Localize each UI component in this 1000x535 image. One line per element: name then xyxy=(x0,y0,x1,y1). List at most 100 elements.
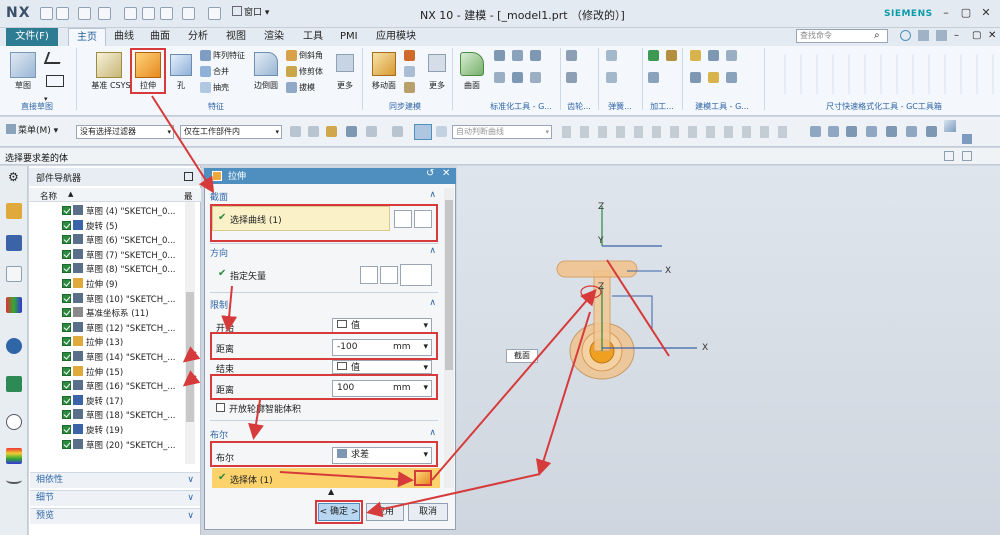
view-tool-3-icon[interactable] xyxy=(846,126,857,137)
apply-button[interactable]: 应用 xyxy=(366,503,404,521)
std-tool-5-icon[interactable] xyxy=(512,72,523,83)
paste-icon[interactable] xyxy=(160,7,173,20)
visibility-checkbox[interactable] xyxy=(62,264,71,274)
scope-dropdown[interactable]: 仅在工作部件内 ▾ xyxy=(180,125,282,139)
edge-blend-icon[interactable] xyxy=(254,52,278,76)
sync-tool-1-icon[interactable] xyxy=(404,50,415,61)
sort-up-icon[interactable]: ▲ xyxy=(68,190,73,198)
dialog-scrollbar-thumb[interactable] xyxy=(445,200,453,370)
select-tool-2-icon[interactable] xyxy=(308,126,319,137)
tab-tools[interactable]: 工具 xyxy=(303,28,323,46)
navigator-item[interactable]: 草图 (12) "SKETCH_... xyxy=(62,321,175,336)
visibility-checkbox[interactable] xyxy=(62,235,71,245)
switch-window-icon[interactable] xyxy=(208,7,221,20)
status-tool-2-icon[interactable] xyxy=(962,151,972,161)
boolean-group-header[interactable]: 布尔 ∧ xyxy=(210,428,440,442)
curve-rule-dropdown[interactable]: 自动判断曲线 ▾ xyxy=(452,125,552,139)
layout-icon[interactable] xyxy=(918,30,929,41)
trim-body-icon[interactable] xyxy=(286,66,297,77)
selection-highlight-icon[interactable] xyxy=(414,124,432,140)
history-icon[interactable] xyxy=(6,376,22,392)
build-tool-3-icon[interactable] xyxy=(726,50,737,61)
navigator-item[interactable]: 旋转 (19) xyxy=(62,424,123,438)
clock-icon[interactable] xyxy=(6,414,22,430)
limits-group-header[interactable]: 限制 ∧ xyxy=(210,298,440,312)
surface-icon[interactable] xyxy=(460,52,484,76)
navigator-item[interactable]: 拉伸 (9) xyxy=(62,278,118,292)
save-icon[interactable] xyxy=(40,7,53,20)
visibility-checkbox[interactable] xyxy=(62,249,71,259)
status-tool-1-icon[interactable] xyxy=(944,151,954,161)
section-tag[interactable]: 截面 xyxy=(506,349,538,363)
render-style-icon[interactable] xyxy=(962,134,972,144)
select-tool-1-icon[interactable] xyxy=(290,126,301,137)
navigator-item[interactable]: 草图 (18) "SKETCH_... xyxy=(62,409,175,423)
tab-curve[interactable]: 曲线 xyxy=(114,28,134,46)
maximize-button[interactable]: ▢ xyxy=(958,6,974,20)
sync-tool-3-icon[interactable] xyxy=(404,82,415,93)
visibility-checkbox[interactable] xyxy=(62,425,71,434)
view-tool-4-icon[interactable] xyxy=(866,126,877,137)
dialog-close-icon[interactable]: ✕ xyxy=(442,168,450,179)
visibility-checkbox[interactable] xyxy=(62,337,71,347)
view-tool-7-icon[interactable] xyxy=(926,126,937,137)
std-tool-6-icon[interactable] xyxy=(530,72,541,83)
view-tool-1-icon[interactable] xyxy=(810,126,821,137)
navigator-item[interactable]: 拉伸 (13) xyxy=(62,336,123,350)
tab-pmi[interactable]: PMI xyxy=(340,28,358,46)
shell-icon[interactable] xyxy=(200,82,211,93)
copy-icon[interactable] xyxy=(142,7,155,20)
select-tool-6-icon[interactable] xyxy=(392,126,403,137)
tab-surface[interactable]: 曲面 xyxy=(150,28,170,46)
datum-csys-icon[interactable] xyxy=(96,52,122,78)
layer-icon[interactable] xyxy=(182,7,195,20)
spring-tool-2-icon[interactable] xyxy=(606,72,617,83)
curve-tool-icon[interactable] xyxy=(6,476,22,484)
visibility-checkbox[interactable] xyxy=(62,293,71,303)
machining-tool-2-icon[interactable] xyxy=(666,50,677,61)
expand-up-icon[interactable]: ▲ xyxy=(328,487,334,496)
select-tool-5-icon[interactable] xyxy=(366,126,377,137)
tab-render[interactable]: 渲染 xyxy=(264,28,284,46)
spring-tool-1-icon[interactable] xyxy=(606,50,617,61)
redo-icon[interactable] xyxy=(98,7,111,20)
std-tool-3-icon[interactable] xyxy=(530,50,541,61)
view-tool-2-icon[interactable] xyxy=(828,126,839,137)
navigator-item[interactable]: 旋转 (5) xyxy=(62,219,118,234)
move-face-icon[interactable] xyxy=(372,52,396,76)
assembly-navigator-icon[interactable] xyxy=(6,203,22,219)
part-navigator-icon[interactable] xyxy=(6,266,22,282)
web-browser-icon[interactable] xyxy=(6,338,22,354)
sketch-icon[interactable] xyxy=(10,52,36,78)
navigator-pin-icon[interactable] xyxy=(184,172,193,181)
snap-point-tools[interactable] xyxy=(562,126,792,138)
navigator-item[interactable]: 草图 (6) "SKETCH_0... xyxy=(62,234,175,248)
navigator-item[interactable]: 草图 (14) "SKETCH_... xyxy=(62,351,175,365)
unite-icon[interactable] xyxy=(200,66,211,77)
panel-preview[interactable]: 预览 ∨ xyxy=(30,508,200,524)
visibility-checkbox[interactable] xyxy=(62,279,71,288)
help-icon[interactable] xyxy=(900,30,911,41)
cut-icon[interactable] xyxy=(124,7,137,20)
visibility-checkbox[interactable] xyxy=(62,322,71,332)
select-tool-3-icon[interactable] xyxy=(326,126,337,137)
reset-icon[interactable]: ↺ xyxy=(426,168,434,179)
gear-tool-2-icon[interactable] xyxy=(566,72,577,83)
restore-icon[interactable]: ▢ xyxy=(972,30,981,41)
navigator-item[interactable]: 草图 (20) "SKETCH_... xyxy=(62,438,175,453)
visibility-checkbox[interactable] xyxy=(62,366,71,376)
draft-icon[interactable] xyxy=(286,82,297,93)
select-tool-7-icon[interactable] xyxy=(436,126,447,137)
window-menu[interactable]: 窗口 ▾ xyxy=(232,6,282,21)
visibility-checkbox[interactable] xyxy=(62,381,71,391)
dimension-format-tools[interactable] xyxy=(770,54,996,94)
close-button[interactable]: ✕ xyxy=(978,6,994,20)
column-latest[interactable]: 最 xyxy=(184,190,193,202)
cancel-button[interactable]: 取消 xyxy=(408,503,448,521)
close-part-icon[interactable]: ✕ xyxy=(988,30,996,41)
model-view[interactable] xyxy=(457,166,1000,535)
direction-group-header[interactable]: 方向 ∧ xyxy=(210,246,440,260)
std-tool-4-icon[interactable] xyxy=(494,72,505,83)
undo-icon[interactable] xyxy=(78,7,91,20)
view-tool-5-icon[interactable] xyxy=(886,126,897,137)
